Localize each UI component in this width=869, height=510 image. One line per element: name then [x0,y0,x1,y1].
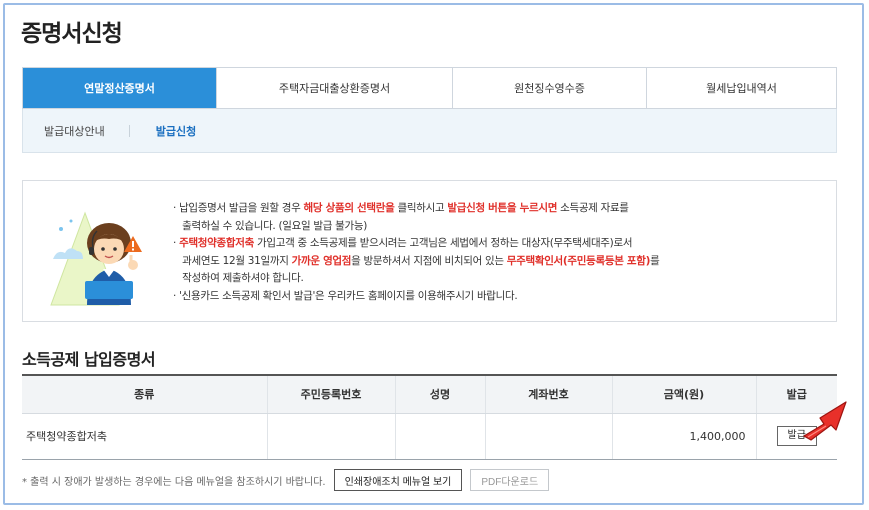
notice-segment: 작성하여 제출하셔야 합니다. [173,272,304,285]
page-title: 증명서신청 [21,21,123,47]
notice-segment: 를 [650,254,660,267]
subnav-eligibility-guide[interactable]: 발급대상안내 [44,123,105,139]
column-header-name: 성명 [394,374,485,414]
cell-name [394,413,485,460]
tab-year-end-settlement[interactable]: 연말정산증명서 [23,68,216,108]
column-header-rrn: 주민등록번호 [266,374,395,414]
notice-segment: 과세연도 12월 31일까지 [173,254,292,267]
red-arrow-icon [803,401,847,441]
cell-type: 주택청약종합저축 [22,413,267,460]
cell-rrn [266,413,395,460]
tab-withholding-receipt[interactable]: 원천징수영수증 [452,68,646,108]
notice-line: · 주택청약종합저축 가입고객 중 소득공제를 받으시려는 고객님은 세법에서 … [173,235,660,253]
cell-account [484,413,612,460]
print-manual-button[interactable]: 인쇄장애조치 메뉴얼 보기 [333,469,463,491]
section-title: 소득공제 납입증명서 [22,350,156,369]
cell-amount: 1,400,000 [611,413,756,460]
certificate-tabs: 연말정산증명서 주택자금대출상환증명서 원천징수영수증 월세납입내역서 [22,67,837,109]
certificate-table: 종류 주민등록번호 성명 계좌번호 금액(원) 발급 주택청약종합저축 1,40… [22,374,837,460]
notice-highlight: 무주택확인서(주민등록등본 포함) [506,254,651,267]
subnav-divider [128,124,130,137]
warning-icon [124,236,142,252]
notice-segment: 가입고객 중 소득공제를 받으시려는 고객님은 세법에서 정하는 대상자(무주택… [253,237,633,250]
column-header-type: 종류 [22,374,267,414]
column-header-account: 계좌번호 [484,374,612,414]
footer-bar: * 출력 시 장애가 발생하는 경우에는 다음 메뉴얼을 참조하시기 바랍니다.… [22,469,550,491]
tab-monthly-rent[interactable]: 월세납입내역서 [646,68,836,108]
notice-line: · 납입증명서 발급을 원할 경우 해당 상품의 선택란을 클릭하시고 발급신청… [173,200,660,218]
table-row: 주택청약종합저축 1,400,000 발급 [22,413,837,460]
notice-segment: 클릭하시고 [394,202,448,214]
customer-service-illustration [50,211,138,306]
notice-segment: 을 방문하셔서 지점에 비치되어 있는 [351,254,507,267]
notice-highlight: 주택청약종합저축 [179,237,254,250]
notice-segment: 소득공제 자료를 [557,202,629,214]
notice-highlight: 해당 상품의 선택란을 [303,202,395,214]
notice-line: 작성하여 제출하셔야 합니다. [173,270,660,288]
notice-segment: 출력하실 수 있습니다. (일요일 발급 불가능) [173,219,368,232]
subnav-issue-request[interactable]: 발급신청 [156,123,196,139]
sub-navigation: 발급대상안내 발급신청 [22,109,837,153]
table-header-row: 종류 주민등록번호 성명 계좌번호 금액(원) 발급 [22,374,837,414]
notice-highlight: 발급신청 버튼을 누르시면 [447,202,558,214]
notice-segment: · 납입증명서 발급을 원할 경우 [173,202,304,214]
footer-note: * 출력 시 장애가 발생하는 경우에는 다음 메뉴얼을 참조하시기 바랍니다. [22,476,326,488]
notice-text: · 납입증명서 발급을 원할 경우 해당 상품의 선택란을 클릭하시고 발급신청… [173,200,660,306]
column-header-amount: 금액(원) [611,374,756,414]
notice-box: · 납입증명서 발급을 원할 경우 해당 상품의 선택란을 클릭하시고 발급신청… [22,180,837,322]
notice-line: 출력하실 수 있습니다. (일요일 발급 불가능) [173,218,660,236]
notice-line: · '신용카드 소득공제 확인서 발급'은 우리카드 홈페이지를 이용해주시기 … [173,288,660,306]
pdf-download-button[interactable]: PDF다운로드 [470,469,550,491]
notice-highlight: 가까운 영업점 [291,254,352,267]
notice-segment: · '신용카드 소득공제 확인서 발급'은 우리카드 홈페이지를 이용해주시기 … [173,289,518,302]
notice-line: 과세연도 12월 31일까지 가까운 영업점을 방문하셔서 지점에 비치되어 있… [173,253,660,271]
tab-housing-loan-repayment[interactable]: 주택자금대출상환증명서 [216,68,452,108]
